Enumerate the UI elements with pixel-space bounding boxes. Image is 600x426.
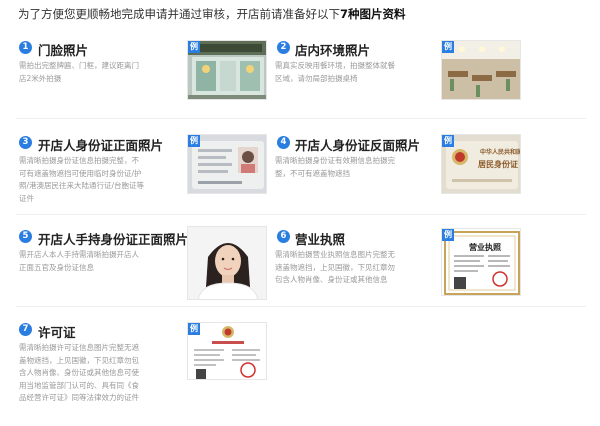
- intro-text: 为了方便您更顺畅地完成申请并通过审核，开店前请准备好以下7种图片资料: [18, 6, 406, 22]
- card-title: 门脸照片: [38, 43, 89, 58]
- id-card-back-caption-title: 居民身份证: [478, 160, 518, 169]
- intro-prefix: 为了方便您更顺畅地完成申请并通过审核，开店前请准备好以下: [18, 7, 340, 21]
- card-title: 开店人身份证反面照片: [295, 138, 421, 153]
- example-tag: 例: [188, 323, 200, 335]
- step-number-badge: 4: [277, 136, 290, 149]
- example-tag: 例: [188, 41, 200, 53]
- card-description: 需拍出完整牌匾、门框，建议距离门店2米外拍摄: [19, 61, 139, 83]
- example-tag: 例: [188, 135, 200, 147]
- card-description: 需清晰拍摄身份证有效期信息拍摄完整，不可有遮盖物遮挡: [275, 156, 395, 178]
- holding-id-portrait-photo-icon: [188, 227, 266, 299]
- card-title: 许可证: [38, 325, 76, 340]
- step-number-badge: 5: [19, 230, 32, 243]
- dining-room-photo-example[interactable]: 例: [441, 40, 521, 100]
- card-description: 需清晰拍摄营业执照信息图片完整无遮盖物遮挡，上见国徽，下见红章勿包含人物肖像、身…: [275, 250, 395, 284]
- example-tag: 例: [442, 41, 454, 53]
- step-number-badge: 1: [19, 41, 32, 54]
- business-license-photo-example[interactable]: 例 营业执照: [441, 228, 521, 296]
- business-license-caption: 营业执照: [469, 243, 501, 252]
- card-description: 需清晰拍摄许可证信息图片完整无遮盖物遮挡，上见国徽，下见红章勿包含人物肖像、身份…: [19, 343, 139, 402]
- example-tag: 例: [442, 229, 454, 241]
- example-tag: 例: [442, 135, 454, 147]
- card-description: 需真实反映用餐环境，拍摄整体就餐区域，请勿局部拍摄桌椅: [275, 61, 395, 83]
- id-card-back-caption-country: 中华人民共和国: [480, 149, 521, 156]
- card-description: 需清晰拍摄身份证信息拍摄完整，不可有遮盖物遮挡可使用临时身份证/护照/港澳居民往…: [19, 156, 145, 203]
- food-permit-photo-example[interactable]: 例: [187, 322, 267, 380]
- row-divider: [16, 118, 586, 119]
- id-card-back-photo-example[interactable]: 例 中华人民共和国 居民身份证: [441, 134, 521, 194]
- step-number-badge: 6: [277, 230, 290, 243]
- card-title: 店内环境照片: [295, 43, 371, 58]
- intro-highlight: 7种图片资料: [340, 7, 406, 21]
- holding-id-portrait-photo-example[interactable]: [187, 226, 267, 300]
- card-description: 需开店人本人手持需清晰拍摄开店人正面五官及身份证信息: [19, 250, 139, 272]
- step-number-badge: 2: [277, 41, 290, 54]
- card-title: 开店人身份证正面照片: [38, 138, 164, 153]
- step-number-badge: 3: [19, 136, 32, 149]
- card-title: 营业执照: [295, 232, 346, 247]
- card-title: 开店人手持身份证正面照片: [38, 232, 189, 247]
- storefront-photo-example[interactable]: 例: [187, 40, 267, 100]
- step-number-badge: 7: [19, 323, 32, 336]
- id-card-front-photo-example[interactable]: 例: [187, 134, 267, 194]
- row-divider: [16, 214, 586, 215]
- row-divider: [16, 306, 586, 307]
